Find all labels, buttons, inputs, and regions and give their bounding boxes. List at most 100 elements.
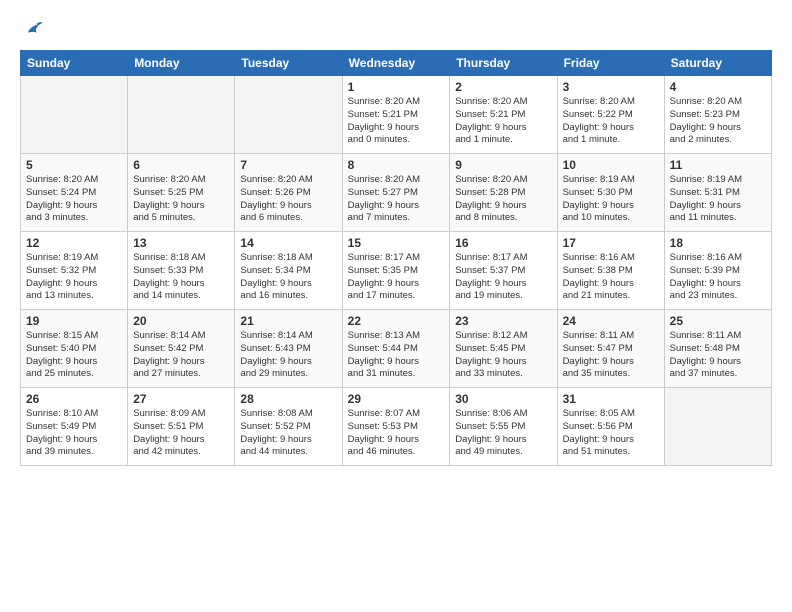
calendar-cell-4-2: 20 Sunrise: 8:14 AM Sunset: 5:42 PM Dayli… — [128, 310, 235, 388]
day-info: Sunrise: 8:20 AM Sunset: 5:26 PM Dayligh… — [240, 174, 336, 225]
calendar-cell-5-1: 26 Sunrise: 8:10 AM Sunset: 5:49 PM Dayli… — [21, 388, 128, 466]
day-number: 8 — [348, 158, 445, 172]
logo-bird-icon — [22, 18, 44, 40]
week-row-4: 19 Sunrise: 8:15 AM Sunset: 5:40 PM Dayli… — [21, 310, 772, 388]
day-info: Sunrise: 8:20 AM Sunset: 5:21 PM Dayligh… — [455, 96, 551, 147]
day-number: 18 — [670, 236, 766, 250]
page: SundayMondayTuesdayWednesdayThursdayFrid… — [0, 0, 792, 612]
calendar-cell-1-5: 2Sunrise: 8:20 AM Sunset: 5:21 PM Daylig… — [450, 76, 557, 154]
day-info: Sunrise: 8:15 AM Sunset: 5:40 PM Dayligh… — [26, 330, 122, 381]
calendar-cell-4-7: 25Sunrise: 8:11 AM Sunset: 5:48 PM Dayli… — [664, 310, 771, 388]
day-number: 4 — [670, 80, 766, 94]
calendar-cell-2-3: 7 Sunrise: 8:20 AM Sunset: 5:26 PM Daylig… — [235, 154, 342, 232]
day-number: 28 — [240, 392, 336, 406]
day-number: 24 — [563, 314, 659, 328]
day-info: Sunrise: 8:10 AM Sunset: 5:49 PM Dayligh… — [26, 408, 122, 459]
calendar-cell-3-2: 13 Sunrise: 8:18 AM Sunset: 5:33 PM Dayli… — [128, 232, 235, 310]
day-number: 31 — [563, 392, 659, 406]
calendar-cell-5-4: 29Sunrise: 8:07 AM Sunset: 5:53 PM Dayli… — [342, 388, 450, 466]
calendar-cell-2-4: 8 Sunrise: 8:20 AM Sunset: 5:27 PM Daylig… — [342, 154, 450, 232]
day-number: 25 — [670, 314, 766, 328]
calendar-cell-5-5: 30 Sunrise: 8:06 AM Sunset: 5:55 PM Dayli… — [450, 388, 557, 466]
day-info: Sunrise: 8:06 AM Sunset: 5:55 PM Dayligh… — [455, 408, 551, 459]
calendar-cell-5-6: 31Sunrise: 8:05 AM Sunset: 5:56 PM Dayli… — [557, 388, 664, 466]
day-info: Sunrise: 8:17 AM Sunset: 5:35 PM Dayligh… — [348, 252, 445, 303]
calendar-cell-5-7 — [664, 388, 771, 466]
day-info: Sunrise: 8:18 AM Sunset: 5:33 PM Dayligh… — [133, 252, 229, 303]
day-number: 16 — [455, 236, 551, 250]
day-info: Sunrise: 8:11 AM Sunset: 5:47 PM Dayligh… — [563, 330, 659, 381]
calendar-cell-1-7: 4Sunrise: 8:20 AM Sunset: 5:23 PM Daylig… — [664, 76, 771, 154]
calendar-cell-2-5: 9 Sunrise: 8:20 AM Sunset: 5:28 PM Daylig… — [450, 154, 557, 232]
day-number: 15 — [348, 236, 445, 250]
day-info: Sunrise: 8:19 AM Sunset: 5:32 PM Dayligh… — [26, 252, 122, 303]
calendar-cell-5-2: 27 Sunrise: 8:09 AM Sunset: 5:51 PM Dayli… — [128, 388, 235, 466]
day-number: 11 — [670, 158, 766, 172]
weekday-header-friday: Friday — [557, 51, 664, 76]
day-number: 5 — [26, 158, 122, 172]
day-info: Sunrise: 8:17 AM Sunset: 5:37 PM Dayligh… — [455, 252, 551, 303]
calendar-cell-1-3 — [235, 76, 342, 154]
day-info: Sunrise: 8:20 AM Sunset: 5:27 PM Dayligh… — [348, 174, 445, 225]
day-number: 29 — [348, 392, 445, 406]
day-info: Sunrise: 8:19 AM Sunset: 5:31 PM Dayligh… — [670, 174, 766, 225]
day-info: Sunrise: 8:18 AM Sunset: 5:34 PM Dayligh… — [240, 252, 336, 303]
day-number: 14 — [240, 236, 336, 250]
day-info: Sunrise: 8:14 AM Sunset: 5:43 PM Dayligh… — [240, 330, 336, 381]
week-row-1: 1 Sunrise: 8:20 AM Sunset: 5:21 PM Daylig… — [21, 76, 772, 154]
weekday-header-wednesday: Wednesday — [342, 51, 450, 76]
day-info: Sunrise: 8:20 AM Sunset: 5:21 PM Dayligh… — [348, 96, 445, 147]
calendar-cell-3-5: 16 Sunrise: 8:17 AM Sunset: 5:37 PM Dayli… — [450, 232, 557, 310]
weekday-header-thursday: Thursday — [450, 51, 557, 76]
day-number: 12 — [26, 236, 122, 250]
calendar-cell-3-6: 17 Sunrise: 8:16 AM Sunset: 5:38 PM Dayli… — [557, 232, 664, 310]
day-number: 30 — [455, 392, 551, 406]
day-info: Sunrise: 8:20 AM Sunset: 5:22 PM Dayligh… — [563, 96, 659, 147]
day-number: 1 — [348, 80, 445, 94]
day-number: 22 — [348, 314, 445, 328]
day-info: Sunrise: 8:12 AM Sunset: 5:45 PM Dayligh… — [455, 330, 551, 381]
day-number: 21 — [240, 314, 336, 328]
weekday-header-tuesday: Tuesday — [235, 51, 342, 76]
day-info: Sunrise: 8:13 AM Sunset: 5:44 PM Dayligh… — [348, 330, 445, 381]
day-info: Sunrise: 8:14 AM Sunset: 5:42 PM Dayligh… — [133, 330, 229, 381]
day-info: Sunrise: 8:08 AM Sunset: 5:52 PM Dayligh… — [240, 408, 336, 459]
calendar-cell-1-4: 1 Sunrise: 8:20 AM Sunset: 5:21 PM Daylig… — [342, 76, 450, 154]
day-info: Sunrise: 8:20 AM Sunset: 5:28 PM Dayligh… — [455, 174, 551, 225]
calendar-cell-4-3: 21 Sunrise: 8:14 AM Sunset: 5:43 PM Dayli… — [235, 310, 342, 388]
calendar-cell-4-6: 24 Sunrise: 8:11 AM Sunset: 5:47 PM Dayli… — [557, 310, 664, 388]
calendar-cell-2-7: 11 Sunrise: 8:19 AM Sunset: 5:31 PM Dayli… — [664, 154, 771, 232]
calendar-cell-5-3: 28 Sunrise: 8:08 AM Sunset: 5:52 PM Dayli… — [235, 388, 342, 466]
calendar-cell-3-7: 18Sunrise: 8:16 AM Sunset: 5:39 PM Dayli… — [664, 232, 771, 310]
header — [20, 18, 772, 40]
day-number: 10 — [563, 158, 659, 172]
weekday-header-monday: Monday — [128, 51, 235, 76]
day-number: 7 — [240, 158, 336, 172]
weekday-header-saturday: Saturday — [664, 51, 771, 76]
calendar-cell-2-1: 5 Sunrise: 8:20 AM Sunset: 5:24 PM Daylig… — [21, 154, 128, 232]
day-info: Sunrise: 8:19 AM Sunset: 5:30 PM Dayligh… — [563, 174, 659, 225]
calendar-cell-4-1: 19 Sunrise: 8:15 AM Sunset: 5:40 PM Dayli… — [21, 310, 128, 388]
day-number: 13 — [133, 236, 229, 250]
calendar-cell-3-3: 14 Sunrise: 8:18 AM Sunset: 5:34 PM Dayli… — [235, 232, 342, 310]
week-row-5: 26 Sunrise: 8:10 AM Sunset: 5:49 PM Dayli… — [21, 388, 772, 466]
day-number: 23 — [455, 314, 551, 328]
calendar-cell-4-5: 23 Sunrise: 8:12 AM Sunset: 5:45 PM Dayli… — [450, 310, 557, 388]
day-info: Sunrise: 8:20 AM Sunset: 5:24 PM Dayligh… — [26, 174, 122, 225]
day-number: 27 — [133, 392, 229, 406]
day-number: 9 — [455, 158, 551, 172]
day-info: Sunrise: 8:09 AM Sunset: 5:51 PM Dayligh… — [133, 408, 229, 459]
day-number: 19 — [26, 314, 122, 328]
calendar-cell-4-4: 22 Sunrise: 8:13 AM Sunset: 5:44 PM Dayli… — [342, 310, 450, 388]
day-number: 20 — [133, 314, 229, 328]
calendar-cell-1-6: 3Sunrise: 8:20 AM Sunset: 5:22 PM Daylig… — [557, 76, 664, 154]
day-number: 26 — [26, 392, 122, 406]
weekday-header-row: SundayMondayTuesdayWednesdayThursdayFrid… — [21, 51, 772, 76]
calendar-cell-1-2 — [128, 76, 235, 154]
calendar-cell-3-1: 12 Sunrise: 8:19 AM Sunset: 5:32 PM Dayli… — [21, 232, 128, 310]
weekday-header-sunday: Sunday — [21, 51, 128, 76]
day-number: 17 — [563, 236, 659, 250]
week-row-3: 12 Sunrise: 8:19 AM Sunset: 5:32 PM Dayli… — [21, 232, 772, 310]
day-info: Sunrise: 8:16 AM Sunset: 5:38 PM Dayligh… — [563, 252, 659, 303]
calendar-cell-2-6: 10 Sunrise: 8:19 AM Sunset: 5:30 PM Dayli… — [557, 154, 664, 232]
